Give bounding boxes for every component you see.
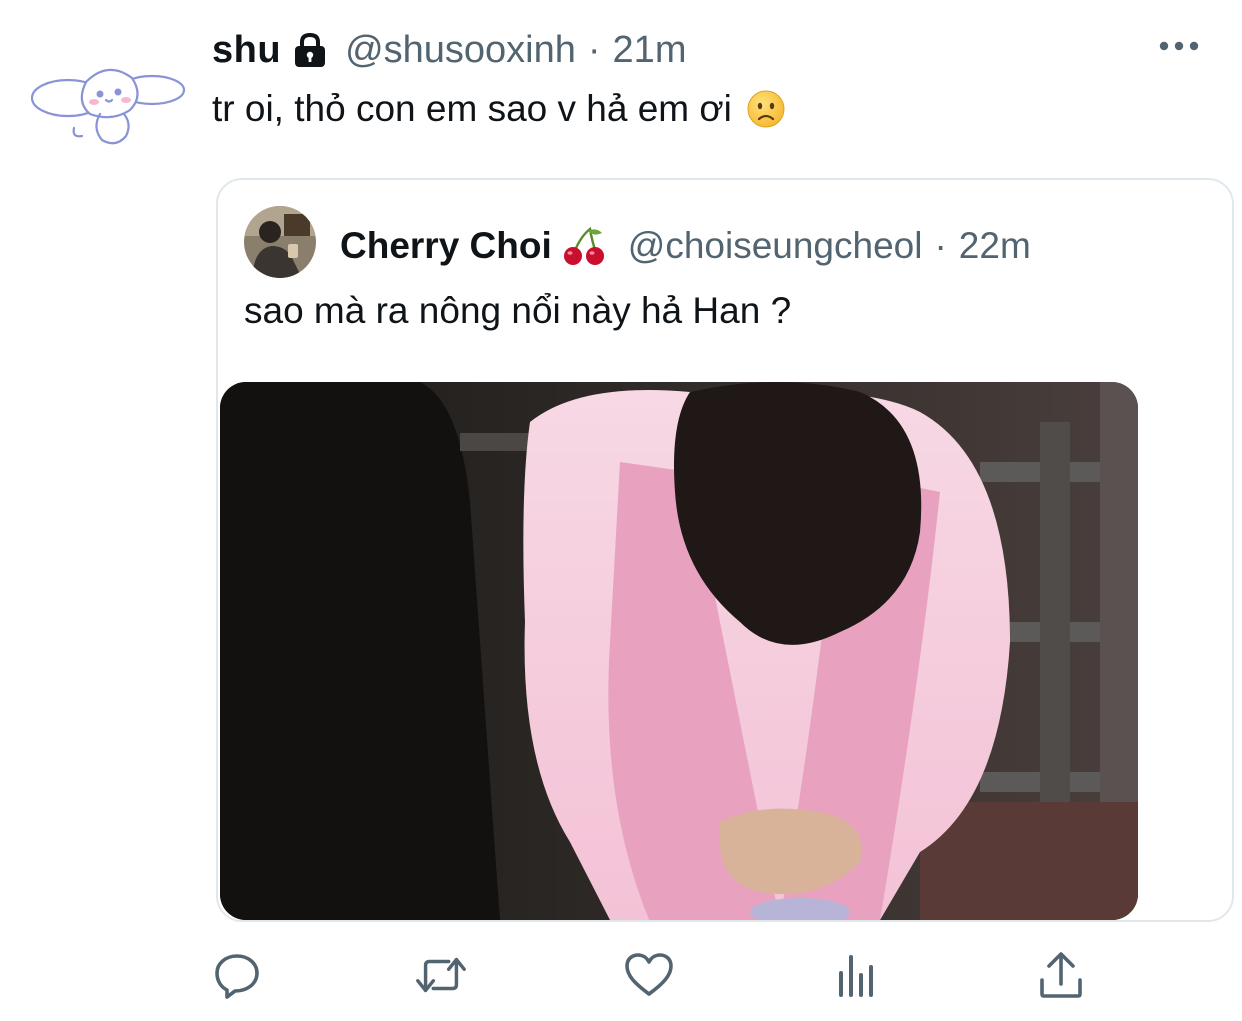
tweet-text-content: tr oi, thỏ con em sao v hả em ơi xyxy=(212,88,732,129)
tweet-header: shu @shusooxinh · 21m xyxy=(212,24,686,76)
cinnamoroll-avatar-icon xyxy=(30,68,186,145)
display-name[interactable]: shu xyxy=(212,29,281,72)
reply-icon[interactable] xyxy=(210,948,264,1002)
retweet-icon[interactable] xyxy=(414,948,468,1002)
quoted-avatar[interactable] xyxy=(244,206,316,278)
avatar[interactable] xyxy=(28,52,188,152)
handle[interactable]: @shusooxinh xyxy=(345,29,576,72)
analytics-icon[interactable] xyxy=(830,948,884,1002)
quoted-media-photo[interactable] xyxy=(220,382,1138,920)
like-icon[interactable] xyxy=(622,948,676,1002)
quoted-tweet[interactable]: Cherry Choi @choiseungcheol · 22m sao mà… xyxy=(216,178,1234,922)
share-icon[interactable] xyxy=(1034,948,1088,1002)
more-options-icon[interactable] xyxy=(1158,36,1200,56)
tweet-actions xyxy=(0,948,1242,1004)
quoted-display-name[interactable]: Cherry Choi xyxy=(340,225,552,267)
timestamp[interactable]: 21m xyxy=(613,29,687,72)
quoted-timestamp[interactable]: 22m xyxy=(959,225,1031,267)
quoted-text: sao mà ra nông nổi này hả Han ? xyxy=(244,290,792,331)
quoted-header: Cherry Choi @choiseungcheol · 22m xyxy=(340,220,1031,272)
worried-face-emoji-icon xyxy=(746,89,786,129)
quoted-handle[interactable]: @choiseungcheol xyxy=(628,225,923,267)
quoted-separator: · xyxy=(934,225,947,266)
lock-icon xyxy=(291,32,329,68)
separator: · xyxy=(587,28,601,71)
cherries-emoji-icon xyxy=(562,225,606,267)
tweet-text: tr oi, thỏ con em sao v hả em ơi xyxy=(212,88,786,130)
